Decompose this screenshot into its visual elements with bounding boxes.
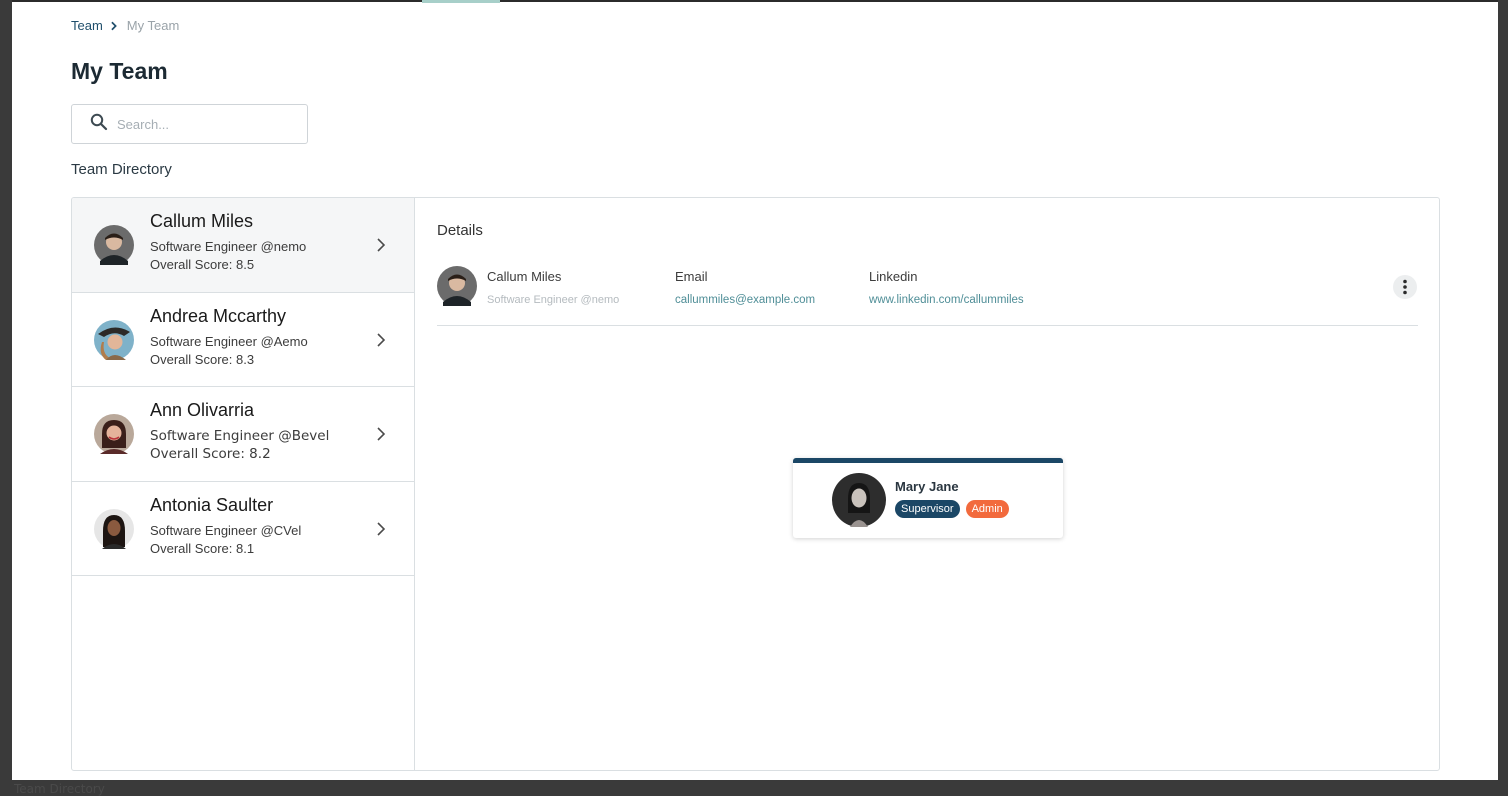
member-role: Software Engineer @Aemo	[150, 333, 308, 349]
section-title-team-directory: Team Directory	[71, 161, 172, 178]
details-pane: Details Callum Miles Software Engineer @…	[415, 198, 1439, 770]
details-role: Software Engineer @nemo	[487, 294, 620, 306]
member-score: Overall Score: 8.1	[150, 540, 255, 556]
top-accent-bar	[422, 0, 500, 3]
breadcrumb-team-link[interactable]: Team	[71, 18, 103, 33]
team-directory-panel: Callum Miles Software Engineer @nemo Ove…	[71, 197, 1440, 771]
member-name: Antonia Saulter	[150, 494, 274, 515]
avatar	[94, 319, 134, 360]
details-title: Details	[437, 222, 483, 239]
more-vertical-icon	[1403, 279, 1407, 295]
member-role: Software Engineer @nemo	[150, 239, 307, 254]
member-score: Overall Score: 8.3	[150, 351, 255, 367]
breadcrumb: Team My Team	[71, 18, 179, 33]
search-input[interactable]	[117, 116, 287, 132]
more-options-button[interactable]	[1393, 275, 1417, 299]
member-name: Andrea Mccarthy	[150, 305, 287, 326]
app-frame: Team My Team My Team Team Directory Call…	[12, 0, 1498, 780]
details-name: Callum Miles	[487, 269, 562, 284]
chevron-right-icon	[377, 521, 386, 536]
avatar	[94, 508, 134, 549]
avatar	[832, 473, 886, 527]
supervisor-name: Mary Jane	[895, 479, 959, 494]
supervisor-card[interactable]: Mary Jane Supervisor Admin	[793, 458, 1063, 538]
email-label: Email	[675, 269, 708, 284]
avatar	[437, 266, 477, 306]
chevron-right-icon	[377, 238, 386, 252]
supervisor-badge: Supervisor	[895, 500, 960, 518]
member-list: Callum Miles Software Engineer @nemo Ove…	[72, 198, 415, 770]
page-title: My Team	[71, 58, 168, 84]
chevron-right-icon	[109, 20, 121, 32]
member-score: Overall Score: 8.5	[150, 257, 255, 272]
member-name: Ann Olivarria	[150, 400, 255, 420]
member-role: Software Engineer @Bevel	[150, 428, 330, 444]
member-score: Overall Score: 8.2	[150, 446, 271, 462]
breadcrumb-current: My Team	[126, 18, 180, 33]
linkedin-label: Linkedin	[869, 269, 918, 284]
footer-ghost-label: Team Directory	[14, 782, 105, 796]
role-badges: Supervisor Admin	[895, 500, 1009, 518]
linkedin-link[interactable]: www.linkedin.com/callummiles	[869, 294, 1024, 306]
member-item-andrea-mccarthy[interactable]: Andrea Mccarthy Software Engineer @Aemo …	[72, 293, 414, 387]
avatar	[94, 225, 134, 265]
member-role: Software Engineer @CVel	[150, 522, 302, 538]
chevron-right-icon	[377, 332, 386, 347]
avatar	[94, 414, 134, 454]
admin-badge: Admin	[965, 500, 1009, 518]
search-box[interactable]	[71, 104, 308, 144]
member-name: Callum Miles	[150, 211, 254, 231]
member-item-ann-olivarria[interactable]: Ann Olivarria Software Engineer @Bevel O…	[72, 387, 414, 482]
email-link[interactable]: callummiles@example.com	[675, 294, 815, 306]
search-icon	[90, 113, 108, 136]
member-item-antonia-saulter[interactable]: Antonia Saulter Software Engineer @CVel …	[72, 482, 414, 576]
chevron-right-icon	[377, 427, 386, 441]
details-row: Callum Miles Software Engineer @nemo Ema…	[437, 260, 1418, 326]
member-item-callum-miles[interactable]: Callum Miles Software Engineer @nemo Ove…	[72, 198, 414, 293]
